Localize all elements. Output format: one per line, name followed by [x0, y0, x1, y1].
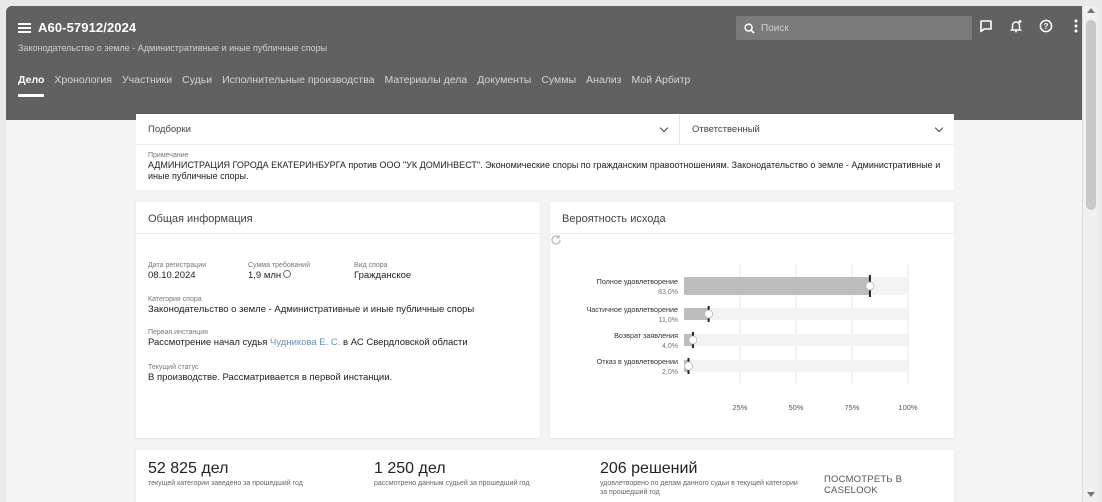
value-label-0: 83,0% [658, 289, 678, 296]
stat-value: 206 решений [600, 460, 698, 477]
dispute-type-field: Вид спора Гражданское [354, 262, 411, 281]
note-label: Примечание [148, 152, 189, 159]
collections-label: Подборки [148, 123, 191, 135]
judge-link[interactable]: Чудникова Е. С. [270, 337, 340, 348]
svg-text:?: ? [1044, 22, 1049, 31]
stat-1: 1 250 дел рассмотрено данным судьей за пр… [374, 460, 594, 488]
claim-sum-value: 1,9 млн [248, 270, 282, 281]
value-label-1: 11,0% [659, 317, 678, 324]
general-info-title: Общая информация [148, 213, 253, 225]
x-tick-label-0: 25% [732, 403, 747, 412]
x-tick-label-1: 50% [788, 403, 803, 412]
stat-value: 52 825 дел [148, 460, 229, 477]
tab-9[interactable]: Мой Арбитр [632, 74, 691, 96]
category-label-0: Полное удовлетворение [597, 277, 678, 286]
category-value: Законодательство о земле - Административ… [148, 304, 475, 315]
stats-card: 52 825 дел текущей категории заведено за … [136, 450, 954, 502]
reg-date-label: Дата регистрации [148, 262, 207, 269]
bar-track-2 [684, 334, 908, 346]
notifications-icon[interactable] [1008, 18, 1024, 34]
tab-2[interactable]: Участники [122, 74, 172, 96]
top-icons: ? [978, 18, 1084, 34]
first-instance-suffix: в АС Свердловской области [343, 337, 468, 348]
first-instance-label: Первая инстанция [148, 329, 208, 336]
reg-date-field: Дата регистрации 08.10.2024 [148, 262, 206, 281]
selector-row: Подборки Ответственный [136, 114, 954, 144]
category-field: Категория спора Законодательство о земле… [148, 296, 474, 315]
search-input[interactable] [761, 22, 961, 34]
tab-bar: Дело Хронология Участники Судьи Исполнительн… [18, 74, 700, 97]
scroll-up-arrow-icon[interactable] [1087, 8, 1095, 13]
value-label-2: 4,0% [662, 343, 678, 350]
status-field: Текущий статус В производстве. Рассматри… [148, 364, 392, 383]
stat-caption: удовлетворено по делам данного судьи в т… [600, 480, 798, 496]
hamburger-menu-icon[interactable] [18, 22, 32, 34]
x-tick-label-2: 75% [844, 403, 859, 412]
scrollbar[interactable] [1082, 6, 1098, 502]
app-window: А60-57912/2024 Законодательство о земле … [6, 6, 1098, 502]
scroll-thumb[interactable] [1086, 20, 1096, 210]
category-label-3: Отказ в удовлетворении [597, 357, 678, 366]
search-box[interactable] [736, 16, 972, 40]
bar-track-1 [684, 308, 908, 320]
collections-select[interactable]: Подборки [136, 114, 680, 144]
status-value: В производстве. Рассматривается в первой… [148, 372, 393, 383]
responsible-label: Ответственный [692, 123, 760, 135]
category-label: Категория спора [148, 296, 202, 303]
claim-sum-field: Сумма требований 1,9 млн [248, 262, 310, 281]
stat-2: 206 решений удовлетворено по делам данног… [600, 460, 800, 497]
scroll-down-arrow-icon[interactable] [1087, 492, 1095, 497]
responsible-select[interactable]: Ответственный [680, 114, 954, 144]
stat-0: 52 825 дел текущей категории заведено за … [148, 460, 368, 488]
note-block: Примечание АДМИНИСТРАЦИЯ ГОРОДА ЕКАТЕРИН… [136, 144, 954, 190]
tab-7[interactable]: Суммы [541, 74, 576, 96]
tab-8[interactable]: Анализ [586, 74, 621, 96]
claim-sum-label: Сумма требований [248, 262, 310, 269]
bar-handle-0 [865, 281, 875, 291]
tab-4[interactable]: Исполнительные производства [222, 74, 374, 96]
x-tick-label-3: 100% [898, 403, 918, 412]
status-label: Текущий статус [148, 364, 199, 371]
general-info-card: Общая информация Дата регистрации 08.10.… [136, 202, 540, 438]
tab-5[interactable]: Материалы дела [384, 74, 467, 96]
probability-chart: Полное удовлетворение 83,0% Частичное удов… [586, 264, 918, 412]
first-instance-prefix: Рассмотрение начал судья [148, 337, 268, 348]
tab-6[interactable]: Документы [477, 74, 531, 96]
dispute-type-value: Гражданское [354, 270, 412, 281]
bar-0 [684, 277, 870, 295]
title-row: А60-57912/2024 [18, 20, 136, 35]
probability-card: Вероятность исхода Полное удовлетворение… [550, 202, 954, 438]
bar-handle-3 [684, 361, 693, 371]
stat-value: 1 250 дел [374, 460, 446, 477]
caselook-link[interactable]: ПОСМОТРЕТЬ В CASELOOK [824, 474, 954, 496]
tab-0[interactable]: Дело [18, 74, 45, 97]
note-text: АДМИНИСТРАЦИЯ ГОРОДА ЕКАТЕРИНБУРГА проти… [148, 160, 941, 181]
case-number: А60-57912/2024 [38, 20, 137, 35]
probability-title: Вероятность исхода [562, 213, 666, 225]
chat-icon[interactable] [978, 18, 994, 34]
case-subtitle: Законодательство о земле - Административ… [18, 43, 328, 53]
category-label-1: Частичное удовлетворение [586, 305, 678, 314]
reg-date-value: 08.10.2024 [148, 270, 196, 281]
search-icon [744, 22, 755, 34]
top-bar: А60-57912/2024 Законодательство о земле … [6, 6, 1082, 120]
tab-1[interactable]: Хронология [54, 74, 112, 96]
bar-track-3 [684, 360, 908, 372]
help-icon[interactable]: ? [1038, 18, 1054, 34]
dispute-type-label: Вид спора [354, 262, 388, 269]
bar-handle-1 [704, 309, 714, 319]
category-label-2: Возврат заявления [614, 331, 678, 340]
chevron-down-icon [659, 123, 669, 132]
tab-3[interactable]: Судьи [182, 74, 212, 96]
value-label-3: 2,0% [662, 369, 678, 376]
stat-caption: рассмотрено данным судьей за прошедший г… [374, 480, 530, 487]
history-icon[interactable] [283, 270, 292, 279]
bar-handle-2 [688, 335, 698, 345]
stat-caption: текущей категории заведено за прошедший … [148, 480, 303, 487]
chevron-down-icon [934, 123, 944, 132]
first-instance-field: Первая инстанция Рассмотрение начал судь… [148, 329, 468, 348]
